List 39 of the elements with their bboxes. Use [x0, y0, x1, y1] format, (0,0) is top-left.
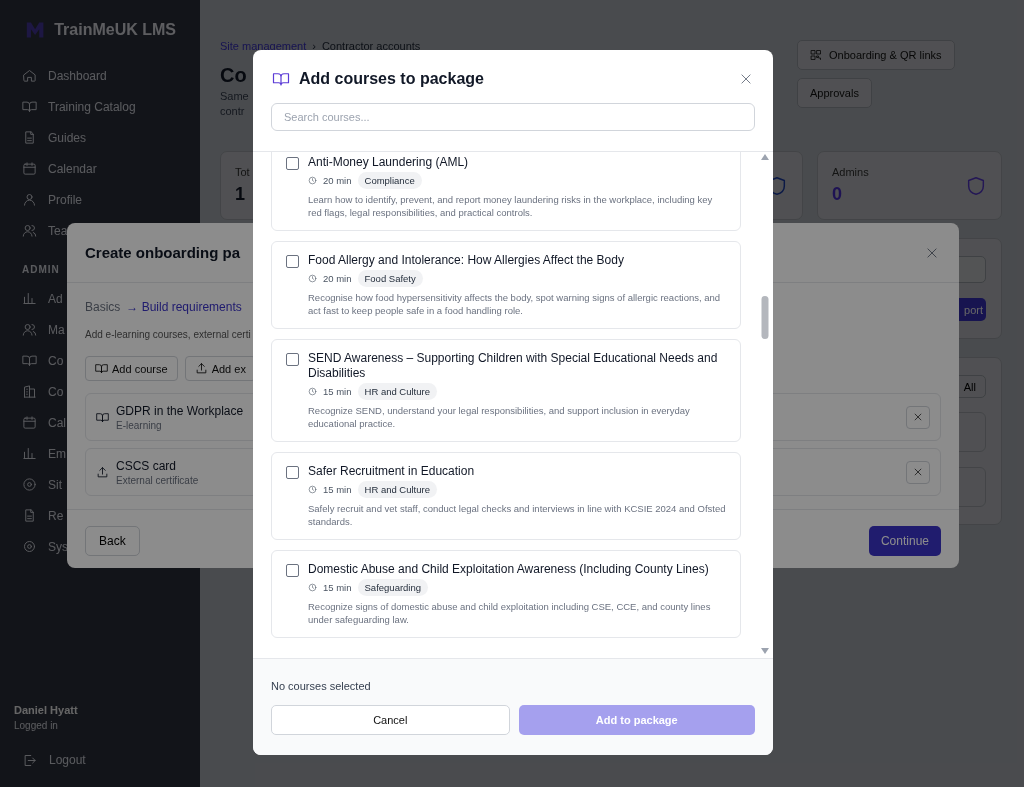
course-title: Anti-Money Laundering (AML)	[308, 155, 470, 170]
course-description: Recognize signs of domestic abuse and child exploitation including CSE, CCE, and county lines under safeguarding law.	[308, 600, 712, 626]
course-duration: 15 min	[323, 484, 352, 495]
selection-status: No courses selected	[271, 680, 372, 692]
breadcrumb-current: Contractor accounts	[321, 40, 421, 52]
stat-value: 1	[235, 184, 246, 205]
course-description: Recognise how food hypersensitivity affects the body, spot warning signs of allergic reactions, and act fast to keep people safe in a food handling role.	[308, 291, 722, 317]
requirement-type: E-learning	[116, 419, 163, 431]
user-status: Logged in	[14, 720, 58, 731]
requirement-type: External certificate	[116, 474, 199, 486]
course-title: Food Allergy and Intolerance: How Allergies Affect the Body	[308, 253, 625, 268]
requirement-name: CSCS card	[116, 458, 178, 473]
category-tag: HR and Culture	[357, 383, 437, 400]
course-duration: 20 min	[323, 273, 352, 284]
course-description: Recognize SEND, understand your legal responsibilities, and support inclusion in everyday educational practice.	[308, 404, 691, 430]
stat-label: Admins	[832, 166, 869, 178]
category-tag: HR and Culture	[357, 481, 437, 498]
course-duration: 15 min	[323, 582, 352, 593]
course-title: Domestic Abuse and Child Exploitation Awareness (Including County Lines)	[308, 562, 710, 577]
breadcrumb-separator: ›	[312, 40, 316, 52]
course-description: Learn how to identify, prevent, and report money laundering risks in the workplace, including key red flags, legal responsibilities, and practical controls.	[308, 193, 714, 219]
requirement-name: GDPR in the Workplace	[116, 403, 244, 418]
category-tag: Safeguarding	[357, 579, 429, 596]
dialog-title: Create onboarding pa	[85, 244, 241, 261]
brand-name: TrainMeUK LMS	[54, 21, 176, 39]
course-duration: 15 min	[323, 386, 352, 397]
dialog-title: Add courses to package	[299, 70, 485, 88]
course-description: Safely recruit and vet staff, conduct legal checks and interviews in line with KCSIE 2024 and Ofsted standards.	[308, 502, 726, 528]
course-duration: 20 min	[323, 175, 352, 186]
stat-value: 0	[832, 184, 843, 205]
course-title: Safer Recruitment in Education	[308, 464, 476, 479]
page-title: Co	[220, 64, 247, 87]
user-name: Daniel Hyatt	[14, 704, 78, 716]
category-tag: Compliance	[357, 172, 422, 189]
stat-label: Tot	[235, 166, 250, 178]
section-heading: ADMIN	[22, 264, 60, 275]
course-title: SEND Awareness – Supporting Children with Special Educational Needs and Disabilities	[308, 351, 719, 381]
step-description: Add e-learning courses, external certi	[85, 329, 252, 340]
category-tag: Food Safety	[357, 270, 423, 287]
